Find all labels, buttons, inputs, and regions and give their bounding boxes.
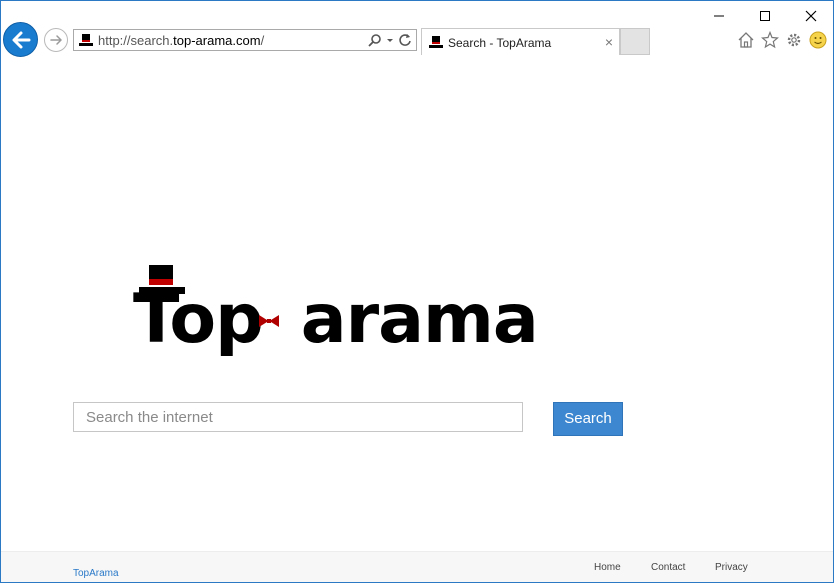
footer-link-home[interactable]: Home xyxy=(594,562,621,573)
search-icon[interactable] xyxy=(368,33,382,47)
search-button[interactable]: Search xyxy=(553,402,623,436)
url-prefix: http://search. xyxy=(98,33,174,48)
page-content: Top arama Search TopArama Home Contact Pr… xyxy=(1,57,833,582)
browser-toolbar xyxy=(737,30,827,50)
url-domain: top-arama.com xyxy=(173,33,261,48)
minimize-icon xyxy=(714,15,724,17)
forward-arrow-icon xyxy=(50,35,62,45)
star-icon[interactable] xyxy=(761,31,779,49)
gear-icon[interactable] xyxy=(785,31,803,49)
tab-title: Search - TopArama xyxy=(448,36,552,50)
smiley-icon[interactable] xyxy=(809,31,827,49)
footer-link-privacy[interactable]: Privacy xyxy=(715,562,748,573)
refresh-icon[interactable] xyxy=(398,33,412,47)
new-tab-button[interactable] xyxy=(620,28,650,55)
toparama-logo[interactable]: Top arama xyxy=(133,262,539,366)
back-button[interactable] xyxy=(3,22,38,57)
logo-text-arama: arama xyxy=(300,280,539,359)
tab-favicon-icon xyxy=(429,36,443,48)
maximize-button[interactable] xyxy=(742,1,788,31)
minimize-button[interactable] xyxy=(696,1,742,31)
home-icon[interactable] xyxy=(737,31,755,49)
site-favicon-icon xyxy=(79,34,93,46)
browser-chrome: http://search.top-arama.com/ Search - To… xyxy=(1,1,833,57)
bowtie-icon xyxy=(259,315,279,327)
address-bar[interactable]: http://search.top-arama.com/ xyxy=(73,29,417,51)
search-input[interactable] xyxy=(73,402,523,432)
footer-link-contact[interactable]: Contact xyxy=(651,562,685,573)
back-arrow-icon xyxy=(12,31,31,49)
tab-search-toparama[interactable]: Search - TopArama × xyxy=(421,28,620,55)
footer-brand-link[interactable]: TopArama xyxy=(73,568,119,579)
address-url[interactable]: http://search.top-arama.com/ xyxy=(98,33,264,48)
logo-wordmark: Top arama xyxy=(133,280,539,360)
maximize-icon xyxy=(760,11,770,21)
url-suffix: / xyxy=(260,33,265,48)
close-window-button[interactable] xyxy=(788,1,833,31)
forward-button[interactable] xyxy=(44,28,68,52)
logo-text-top: Top xyxy=(133,280,264,359)
browser-window: http://search.top-arama.com/ Search - To… xyxy=(0,0,834,583)
close-icon xyxy=(805,10,817,22)
dropdown-icon[interactable] xyxy=(386,33,394,47)
tab-close-icon[interactable]: × xyxy=(605,34,613,50)
footer: TopArama Home Contact Privacy xyxy=(1,551,833,582)
